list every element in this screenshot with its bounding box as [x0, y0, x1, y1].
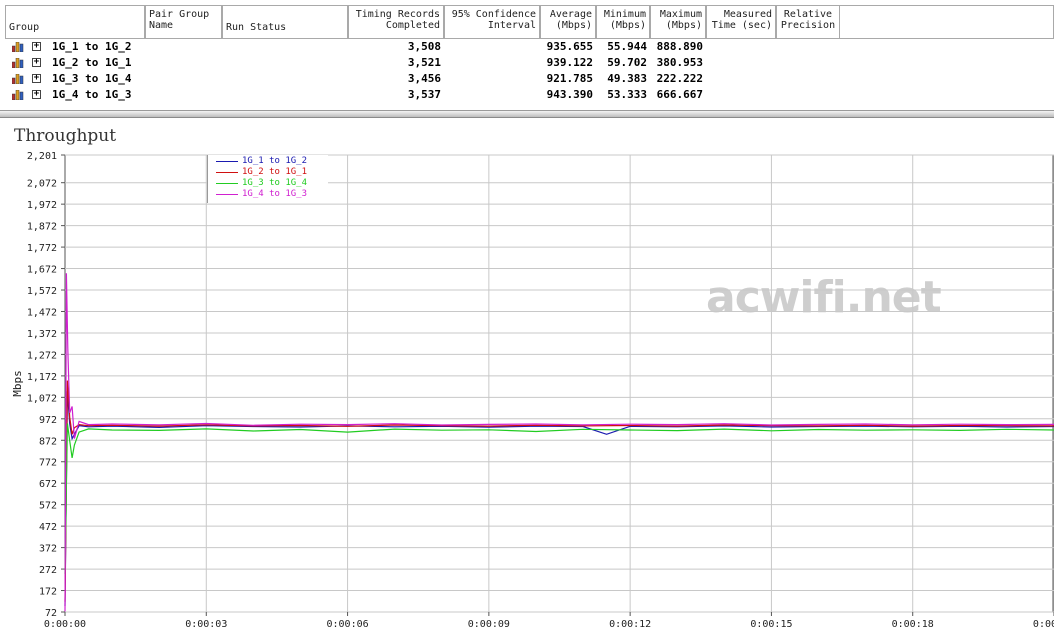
bar-chart-icon [12, 58, 24, 68]
y-tick-label: 1,072 [27, 393, 57, 404]
results-table: Group Pair Group Name Run Status Timing … [0, 0, 1054, 110]
y-tick-label: 1,272 [27, 350, 57, 361]
legend-item: 1G_4 to 1G_3 [212, 189, 324, 200]
y-tick-label: 372 [39, 544, 57, 555]
y-tick-label: 472 [39, 522, 57, 533]
average-value: 935.655 [546, 40, 593, 53]
pair-name: 1G_2 to 1G_1 [52, 56, 132, 69]
expand-icon[interactable]: + [32, 58, 41, 67]
table-row[interactable]: +1G_4 to 1G_3 3,537 943.390 53.333 666.667 [0, 87, 1054, 103]
chart-legend: 1G_1 to 1G_2 1G_2 to 1G_1 1G_3 to 1G_4 1G_4… [207, 155, 328, 203]
minimum-value: 53.333 [607, 88, 647, 101]
expand-icon[interactable]: + [32, 42, 41, 51]
pair-name: 1G_3 to 1G_4 [52, 72, 132, 85]
y-tick-label: 872 [39, 436, 57, 447]
pane-splitter[interactable] [0, 110, 1054, 118]
expand-icon[interactable]: + [32, 90, 41, 99]
maximum-value: 888.890 [656, 40, 703, 53]
legend-swatch [216, 194, 238, 195]
legend-item: 1G_2 to 1G_1 [212, 167, 324, 178]
average-value: 943.390 [546, 88, 593, 101]
column-header-pair-group-name[interactable]: Pair Group Name [145, 5, 222, 39]
column-header-minimum[interactable]: Minimum (Mbps) [596, 5, 650, 39]
y-tick-label: 1,472 [27, 307, 57, 318]
legend-label: 1G_4 to 1G_3 [242, 189, 308, 199]
legend-item: 1G_3 to 1G_4 [212, 178, 324, 189]
y-tick-label: 1,672 [27, 265, 57, 276]
y-tick-label: 672 [39, 479, 57, 490]
column-header-maximum[interactable]: Maximum (Mbps) [650, 5, 706, 39]
y-tick-label: 1,172 [27, 372, 57, 383]
column-header-run-status[interactable]: Run Status [222, 5, 348, 39]
throughput-chart: 72 172 272 372 472 572 672 772 872 972 1,072 1,172 1… [11, 151, 1054, 630]
legend-swatch [216, 172, 238, 173]
y-tick-label: 72 [45, 608, 57, 619]
x-tick-label: 0:00:09 [468, 619, 510, 630]
watermark: acwifi.net [706, 272, 942, 323]
x-tick-label: 0:00:06 [326, 619, 368, 630]
x-tick-label: 0:00:00 [44, 619, 86, 630]
column-header-measured-time[interactable]: Measured Time (sec) [706, 5, 776, 39]
y-tick-label: 172 [39, 587, 57, 598]
legend-swatch [216, 183, 238, 184]
legend-item: 1G_1 to 1G_2 [212, 156, 324, 167]
y-tick-label: 1,972 [27, 200, 57, 211]
expand-icon[interactable]: + [32, 74, 41, 83]
x-tick-label: 0:00:15 [750, 619, 792, 630]
column-header-timing-records[interactable]: Timing Records Completed [348, 5, 444, 39]
table-row[interactable]: +1G_3 to 1G_4 3,456 921.785 49.383 222.222 [0, 71, 1054, 87]
y-tick-label: 1,872 [27, 222, 57, 233]
table-row[interactable]: +1G_2 to 1G_1 3,521 939.122 59.702 380.953 [0, 55, 1054, 71]
y-tick-label: 2,072 [27, 179, 57, 190]
legend-label: 1G_2 to 1G_1 [242, 167, 308, 177]
x-tick-label: 0:00:18 [892, 619, 934, 630]
column-header-confidence[interactable]: 95% Confidence Interval [444, 5, 540, 39]
maximum-value: 222.222 [656, 72, 703, 85]
y-tick-label: 772 [39, 458, 57, 469]
y-tick-label: 1,372 [27, 329, 57, 340]
y-tick-label: 272 [39, 565, 57, 576]
timing-records-value: 3,521 [407, 56, 441, 69]
legend-swatch [216, 161, 238, 162]
x-tick-label: 0:00:12 [609, 619, 651, 630]
y-axis-label: Mbps [11, 370, 24, 397]
bar-chart-icon [12, 74, 24, 84]
bar-chart-icon [12, 42, 24, 52]
column-header-average[interactable]: Average (Mbps) [540, 5, 596, 39]
y-tick-label: 1,772 [27, 243, 57, 254]
pair-name: 1G_4 to 1G_3 [52, 88, 132, 101]
average-value: 939.122 [546, 56, 593, 69]
minimum-value: 59.702 [607, 56, 647, 69]
x-tick-label: 0:00:03 [185, 619, 227, 630]
legend-label: 1G_1 to 1G_2 [242, 156, 308, 166]
minimum-value: 55.944 [607, 40, 647, 53]
pair-name: 1G_1 to 1G_2 [52, 40, 132, 53]
y-tick-label: 2,201 [27, 151, 57, 162]
column-header-filler [840, 5, 1054, 39]
y-tick-label: 972 [39, 415, 57, 426]
column-header-relative-precision[interactable]: Relative Precision [776, 5, 840, 39]
x-tick-label: 0:00:21 [1033, 619, 1054, 630]
timing-records-value: 3,508 [407, 40, 441, 53]
timing-records-value: 3,456 [407, 72, 441, 85]
timing-records-value: 3,537 [407, 88, 441, 101]
plot-area [64, 154, 1054, 613]
maximum-value: 380.953 [656, 56, 703, 69]
y-tick-label: 572 [39, 501, 57, 512]
bar-chart-icon [12, 90, 24, 100]
legend-label: 1G_3 to 1G_4 [242, 178, 308, 188]
maximum-value: 666.667 [656, 88, 703, 101]
average-value: 921.785 [546, 72, 593, 85]
y-tick-label: 1,572 [27, 286, 57, 297]
column-header-group[interactable]: Group [5, 5, 145, 39]
table-row[interactable]: +1G_1 to 1G_2 3,508 935.655 55.944 888.890 [0, 39, 1054, 55]
minimum-value: 49.383 [607, 72, 647, 85]
